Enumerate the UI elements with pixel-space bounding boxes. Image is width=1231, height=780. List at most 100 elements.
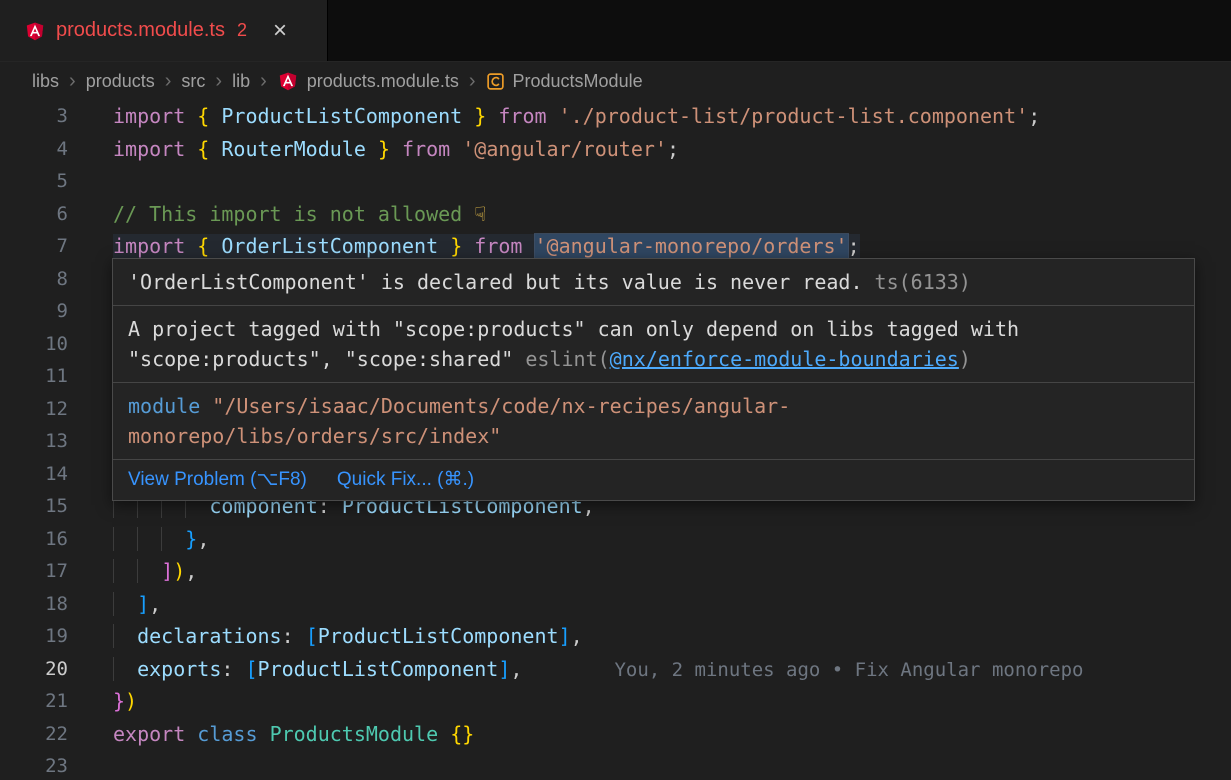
line-number[interactable]: 22 (0, 718, 68, 751)
view-problem-action[interactable]: View Problem (⌥F8) (128, 467, 307, 493)
diagnostic-ts-message: 'OrderListComponent' is declared but its… (128, 270, 875, 294)
breadcrumb-label: products.module.ts (307, 71, 459, 92)
code-token: './product-list/product-list.component' (559, 104, 1029, 128)
code-line-17[interactable]: 17 ]), (0, 555, 1231, 588)
code-content: export class ProductsModule {} (68, 718, 474, 751)
breadcrumb-item-productsmodule[interactable]: ProductsModule (486, 71, 643, 92)
breadcrumb-label: lib (232, 71, 250, 92)
eslint-rule-link[interactable]: @nx/enforce-module-boundaries (610, 347, 959, 371)
code-line-18[interactable]: 18 ], (0, 588, 1231, 621)
code-token (209, 234, 221, 258)
code-token: exports (137, 657, 221, 681)
code-token (185, 137, 197, 161)
line-number[interactable]: 13 (0, 425, 68, 458)
line-number[interactable]: 3 (0, 100, 68, 133)
git-blame-annotation: You, 2 minutes ago • Fix Angular monorep… (614, 659, 1083, 681)
code-line-22[interactable]: 22export class ProductsModule {} (0, 718, 1231, 751)
code-content: declarations: [ProductListComponent], (68, 620, 583, 653)
tab-products-module[interactable]: products.module.ts 2 × (0, 0, 328, 61)
quick-fix-action[interactable]: Quick Fix... (⌘.) (337, 467, 474, 493)
code-token (522, 234, 534, 258)
indent-guide (137, 559, 161, 583)
code-token: ] (161, 559, 173, 583)
code-line-23[interactable]: 23 (0, 750, 1231, 780)
eslint-source-close: ) (959, 347, 971, 371)
code-line-21[interactable]: 21}) (0, 685, 1231, 718)
code-token (209, 137, 221, 161)
code-token: export (113, 722, 185, 746)
error-squiggle-range: import { OrderListComponent } from '@ang… (113, 234, 860, 258)
line-number[interactable]: 8 (0, 263, 68, 296)
quickinfo-path-part1: "/Users/isaac/Documents/code/nx-recipes/… (200, 394, 790, 418)
diagnostic-ts-unused: 'OrderListComponent' is declared but its… (113, 259, 1194, 306)
line-number[interactable]: 7 (0, 230, 68, 263)
breadcrumb-item-lib[interactable]: lib (232, 71, 250, 92)
breadcrumb-item-libs[interactable]: libs (32, 71, 59, 92)
code-token: : (282, 624, 306, 648)
breadcrumb-item-products[interactable]: products (86, 71, 155, 92)
code-content: import { RouterModule } from '@angular/r… (68, 133, 679, 166)
code-content: ], (68, 588, 161, 621)
code-token: declarations (137, 624, 282, 648)
code-line-6[interactable]: 6// This import is not allowed ☟ (0, 198, 1231, 231)
line-number[interactable]: 16 (0, 523, 68, 556)
line-number[interactable]: 5 (0, 165, 68, 198)
code-token (486, 104, 498, 128)
code-content (68, 328, 113, 361)
diagnostic-eslint-text: "scope:products", "scope:shared" (128, 347, 525, 371)
code-token: import (113, 137, 185, 161)
line-number[interactable]: 9 (0, 295, 68, 328)
diagnostic-eslint-line2: "scope:products", "scope:shared" eslint(… (128, 344, 1179, 374)
quickinfo-line2: monorepo/libs/orders/src/index" (128, 421, 1179, 451)
breadcrumb-item-src[interactable]: src (181, 71, 205, 92)
line-number[interactable]: 23 (0, 750, 68, 780)
code-line-5[interactable]: 5 (0, 165, 1231, 198)
quickinfo-keyword: module (128, 394, 200, 418)
code-line-20[interactable]: 20 exports: [ProductListComponent],You, … (0, 653, 1231, 686)
breadcrumb-item-products-module-ts[interactable]: products.module.ts (277, 69, 459, 93)
line-number[interactable]: 10 (0, 328, 68, 361)
breadcrumb-separator: › (215, 70, 222, 93)
code-content (68, 750, 113, 780)
code-token: ] (559, 624, 571, 648)
code-line-16[interactable]: 16 }, (0, 523, 1231, 556)
code-token: from (402, 137, 450, 161)
code-line-19[interactable]: 19 declarations: [ProductListComponent], (0, 620, 1231, 653)
breadcrumb-label: src (181, 71, 205, 92)
line-number[interactable]: 12 (0, 393, 68, 426)
line-number[interactable]: 18 (0, 588, 68, 621)
code-editor[interactable]: 3import { ProductListComponent } from '.… (0, 100, 1231, 780)
code-token (462, 104, 474, 128)
line-number[interactable]: 11 (0, 360, 68, 393)
quickinfo-line1: module "/Users/isaac/Documents/code/nx-r… (128, 391, 1179, 421)
code-token (366, 137, 378, 161)
line-number[interactable]: 17 (0, 555, 68, 588)
line-number[interactable]: 19 (0, 620, 68, 653)
code-line-3[interactable]: 3import { ProductListComponent } from '.… (0, 100, 1231, 133)
close-tab-icon[interactable]: × (273, 19, 287, 43)
breadcrumb-label: ProductsModule (513, 71, 643, 92)
diagnostic-eslint-boundaries: A project tagged with "scope:products" c… (113, 306, 1194, 383)
code-content (68, 263, 113, 296)
code-token: ) (173, 559, 185, 583)
line-number[interactable]: 20 (0, 653, 68, 686)
indent-guide (113, 559, 137, 583)
line-number[interactable]: 15 (0, 490, 68, 523)
code-token: ☟ (474, 202, 486, 226)
code-token: [ (245, 657, 257, 681)
code-token: RouterModule (221, 137, 366, 161)
code-line-4[interactable]: 4import { RouterModule } from '@angular/… (0, 133, 1231, 166)
line-number[interactable]: 6 (0, 198, 68, 231)
line-number[interactable]: 4 (0, 133, 68, 166)
code-content: }, (68, 523, 209, 556)
code-token: } (378, 137, 390, 161)
indent-guide (137, 527, 161, 551)
line-number[interactable]: 21 (0, 685, 68, 718)
code-token (450, 137, 462, 161)
breadcrumb-separator: › (260, 70, 267, 93)
code-token: from (498, 104, 546, 128)
code-token: '@angular-monorepo/orders' (535, 234, 848, 258)
line-number[interactable]: 14 (0, 458, 68, 491)
code-token (185, 722, 197, 746)
code-token: { (197, 104, 209, 128)
